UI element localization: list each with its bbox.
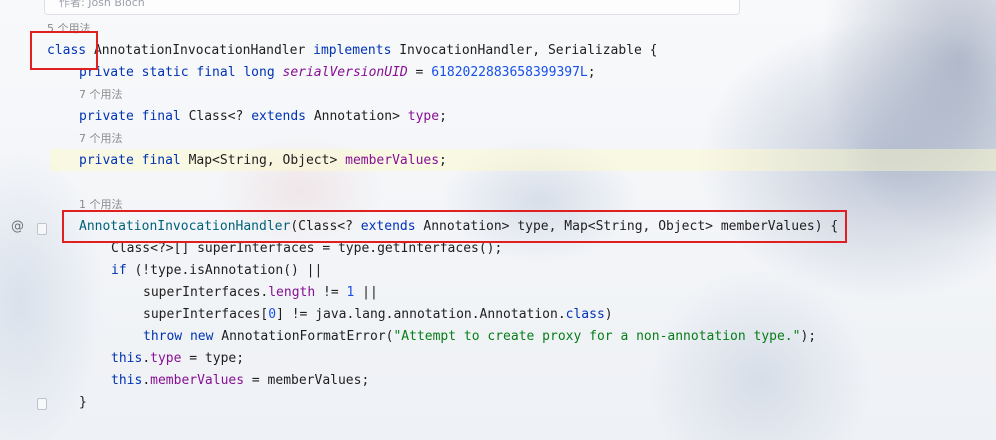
code-text: || bbox=[354, 285, 378, 300]
code-line-membervalues-field: private final Map<String, Object> member… bbox=[79, 150, 447, 172]
field-name: memberValues bbox=[345, 153, 440, 168]
usages-hint[interactable]: 7 个用法 bbox=[79, 87, 123, 103]
field-name: type bbox=[407, 109, 440, 124]
field-name: length bbox=[268, 285, 316, 300]
code-text: = memberValues; bbox=[244, 373, 370, 388]
code-line-assign-type: this.type = type; bbox=[111, 348, 244, 370]
number-literal: 0 bbox=[268, 307, 277, 322]
code-text: AnnotationFormatError( bbox=[213, 329, 394, 344]
keyword: private final bbox=[79, 153, 189, 168]
code-text: ; bbox=[439, 109, 447, 124]
keyword: extends bbox=[251, 109, 306, 124]
code-text: . bbox=[142, 373, 151, 388]
code-text: ; bbox=[439, 153, 447, 168]
code-text: superInterfaces[ bbox=[143, 307, 269, 322]
keyword: throw new bbox=[143, 329, 214, 344]
code-text: ; bbox=[587, 65, 596, 80]
code-text: = bbox=[407, 65, 432, 80]
code-text: Annotation> bbox=[306, 109, 408, 124]
code-text: ); bbox=[800, 329, 817, 344]
string-literal: "Attempt to create proxy for a non-annot… bbox=[393, 329, 801, 344]
code-text: Class<? bbox=[188, 109, 252, 124]
annotation-box-constructor bbox=[62, 210, 847, 243]
class-name: AnnotationInvocationHandler bbox=[86, 43, 314, 58]
keyword: implements bbox=[313, 43, 392, 58]
keyword: private static final long bbox=[79, 65, 283, 80]
code-text: InvocationHandler, Serializable { bbox=[391, 43, 658, 58]
keyword: class bbox=[565, 307, 605, 322]
annotation-box-class-keyword bbox=[30, 31, 98, 70]
code-text: . bbox=[142, 351, 151, 366]
field-name: memberValues bbox=[150, 373, 245, 388]
code-text: ) bbox=[604, 307, 613, 322]
keyword: if bbox=[111, 263, 127, 278]
code-text: != bbox=[315, 285, 347, 300]
code-line-throw: throw new AnnotationFormatError("Attempt… bbox=[143, 326, 816, 348]
code-line-close-brace: } bbox=[79, 395, 87, 410]
field-name: serialVersionUID bbox=[282, 65, 408, 80]
keyword: this bbox=[111, 351, 143, 366]
code-line-if: if (!type.isAnnotation() || bbox=[111, 260, 322, 282]
keyword: this bbox=[111, 373, 143, 388]
code-line-length-check: superInterfaces.length != 1 || bbox=[143, 282, 378, 304]
usages-hint[interactable]: 7 个用法 bbox=[79, 131, 123, 147]
keyword: private final bbox=[79, 109, 189, 124]
code-line-type-field: private final Class<? extends Annotation… bbox=[79, 106, 447, 128]
code-text: superInterfaces. bbox=[143, 285, 269, 300]
code-line-assign-membervalues: this.memberValues = memberValues; bbox=[111, 370, 369, 392]
code-line-class-decl: class AnnotationInvocationHandler implem… bbox=[47, 40, 658, 62]
code-line-serial: private static final long serialVersionU… bbox=[79, 62, 596, 84]
code-line-annotation-check: superInterfaces[0] != java.lang.annotati… bbox=[143, 304, 613, 326]
code-text: = type; bbox=[181, 351, 245, 366]
code-text: ] != java.lang.annotation.Annotation. bbox=[276, 307, 566, 322]
field-name: type bbox=[150, 351, 182, 366]
code-text: (!type.isAnnotation() || bbox=[126, 263, 323, 278]
number-literal: 6182022883658399397L bbox=[431, 65, 588, 80]
code-text: Map<String, Object> bbox=[188, 153, 346, 168]
